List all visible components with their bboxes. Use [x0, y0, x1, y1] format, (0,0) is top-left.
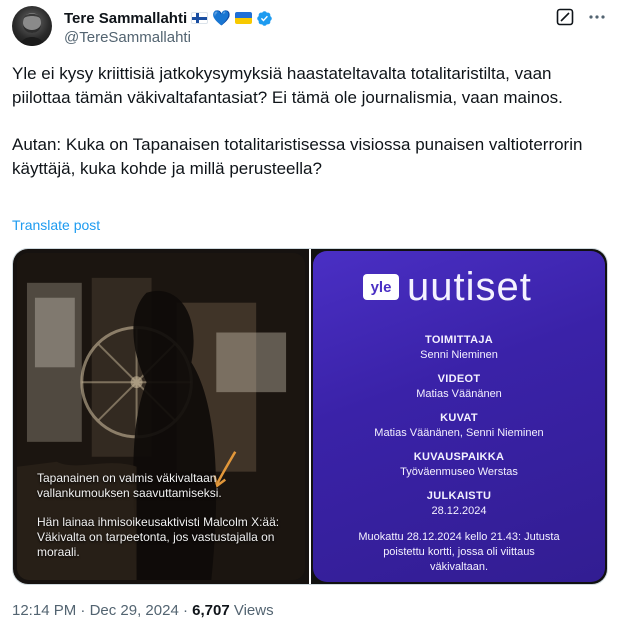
credit-item: JULKAISTU 28.12.2024: [313, 489, 605, 519]
yle-logo-icon: yle: [363, 274, 399, 300]
tweet-paragraph: Autan: Kuka on Tapanaisen totalitaristis…: [12, 135, 583, 178]
credits-list: TOIMITTAJA Senni Nieminen VIDEOT Matias …: [313, 333, 605, 575]
brand-name: uutiset: [407, 265, 532, 309]
credit-value: Matias Väänänen, Senni Nieminen: [374, 427, 544, 439]
media-image-left[interactable]: Tapanainen on valmis väkivaltaan vallank…: [13, 249, 309, 584]
tweet-header: Tere Sammallahti 💙 @TereSammallahti: [12, 6, 608, 50]
edit-note: Muokattu 28.12.2024 kello 21.43: Jutusta…: [358, 531, 560, 573]
views-label: Views: [233, 602, 274, 619]
credit-item: VIDEOT Matias Väänänen: [313, 372, 605, 402]
credit-value: Matias Väänänen: [416, 388, 502, 400]
credit-item: TOIMITTAJA Senni Nieminen: [313, 333, 605, 363]
credit-label: TOIMITTAJA: [425, 334, 493, 346]
display-name[interactable]: Tere Sammallahti: [64, 10, 187, 27]
credit-label: KUVAUSPAIKKA: [413, 451, 505, 463]
avatar[interactable]: [12, 6, 52, 46]
media-image-right[interactable]: yle uutiset TOIMITTAJA Senni Nieminen VI…: [311, 249, 607, 584]
tweet-paragraph: Yle ei kysy kriittisiä jatkokysymyksiä h…: [12, 64, 563, 107]
verified-badge-icon[interactable]: [256, 10, 273, 27]
yle-uutiset-logo: yle uutiset: [363, 267, 532, 307]
credit-item: KUVAT Matias Väänänen, Senni Nieminen: [313, 411, 605, 441]
tweet-text: Yle ei kysy kriittisiä jatkokysymyksiä h…: [12, 62, 608, 180]
media-grid: Tapanainen on valmis väkivaltaan vallank…: [12, 248, 608, 585]
grok-icon[interactable]: [554, 6, 576, 28]
credit-item: KUVAUSPAIKKA Työväenmuseo Werstas: [313, 450, 605, 480]
views-count: 6,707: [192, 602, 230, 619]
translate-post-link[interactable]: Translate post: [12, 217, 100, 233]
credit-label: KUVAT: [440, 412, 478, 424]
tweet-time[interactable]: 12:14 PM: [12, 602, 76, 619]
credit-label: JULKAISTU: [426, 490, 492, 502]
credit-value: Senni Nieminen: [420, 349, 498, 361]
media-caption: Hän lainaa ihmisoikeusaktivisti Malcolm …: [37, 515, 280, 559]
credit-value: Työväenmuseo Werstas: [400, 466, 518, 478]
yle-uutiset-card: yle uutiset TOIMITTAJA Senni Nieminen VI…: [313, 251, 605, 582]
meta-separator: ·: [80, 602, 86, 619]
more-options-icon[interactable]: [586, 6, 608, 28]
ukraine-flag-icon: [234, 12, 252, 24]
top-actions: [554, 6, 608, 28]
credit-label: VIDEOT: [437, 373, 481, 385]
meta-separator: ·: [182, 602, 188, 619]
handle[interactable]: @TereSammallahti: [64, 29, 191, 46]
name-line: Tere Sammallahti 💙: [64, 8, 273, 28]
media-caption: Tapanainen on valmis väkivaltaan vallank…: [37, 471, 222, 500]
tweet-meta: 12:14 PM · Dec 29, 2024 · 6,707 Views: [12, 602, 274, 619]
tweet-date[interactable]: Dec 29, 2024: [90, 602, 179, 619]
credit-value: 28.12.2024: [431, 505, 487, 517]
finland-flag-icon: [191, 12, 209, 24]
blue-heart-icon: 💙: [212, 9, 231, 27]
